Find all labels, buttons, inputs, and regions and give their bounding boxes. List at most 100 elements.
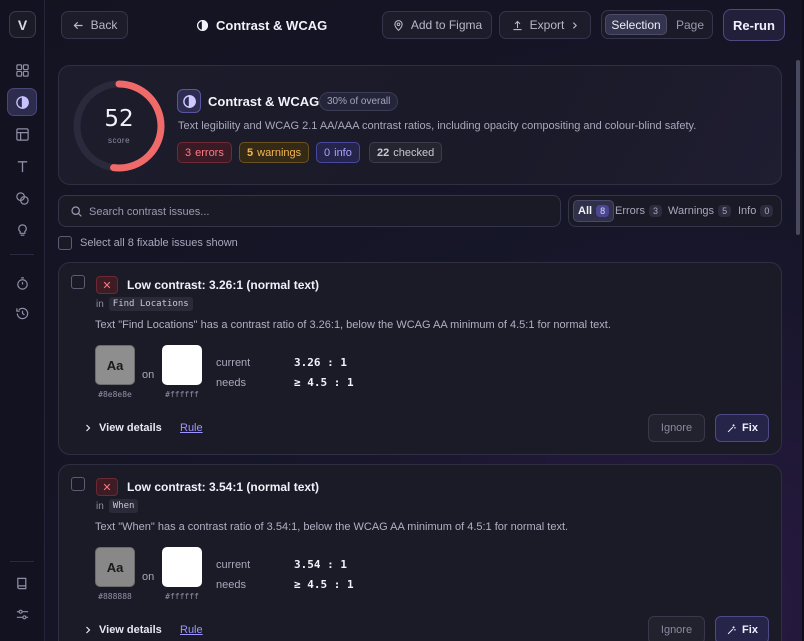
on-label: on — [142, 571, 155, 583]
ignore-button[interactable]: Ignore — [648, 414, 705, 442]
rule-link[interactable]: Rule — [180, 624, 203, 636]
severity-filter-group: All 8 Errors 3 Warnings 5 Info 0 — [568, 195, 782, 227]
select-all-label: Select all 8 fixable issues shown — [80, 237, 238, 249]
chevron-right-icon — [86, 424, 91, 432]
issue-checkbox[interactable] — [71, 275, 85, 289]
issue-checkbox[interactable] — [71, 477, 85, 491]
current-ratio: 3.54 : 1 — [294, 558, 347, 571]
foreground-hex: #8e8e8e — [98, 390, 132, 399]
fix-button[interactable]: Fix — [715, 616, 769, 641]
arrow-left-icon — [73, 21, 83, 29]
error-x-icon: ✕ — [96, 276, 118, 294]
background-swatch — [162, 345, 202, 385]
filter-all-label: All — [578, 205, 593, 217]
scope-page-tab[interactable]: Page — [670, 14, 710, 35]
export-button[interactable]: Export — [499, 11, 591, 39]
search-icon — [71, 206, 82, 217]
filter-warnings[interactable]: Warnings 5 — [664, 200, 735, 222]
search-input[interactable] — [89, 201, 549, 223]
layer-name[interactable]: When — [108, 499, 139, 513]
errors-label: errors — [195, 146, 224, 159]
magic-wand-icon — [727, 423, 736, 432]
issue-card: ✕ Low contrast: 3.54:1 (normal text) in … — [58, 464, 782, 641]
back-button[interactable]: Back — [61, 11, 128, 39]
scrollbar[interactable] — [796, 60, 800, 235]
contrast-icon[interactable] — [7, 88, 37, 116]
checked-count: 22 — [377, 146, 390, 159]
error-x-icon: ✕ — [96, 478, 118, 496]
issue-location: in Find Locations — [96, 297, 193, 311]
warnings-count-badge[interactable]: 5 warnings — [239, 142, 310, 163]
sidebar: V — [0, 0, 45, 641]
checked-count-badge: 22 checked — [369, 142, 443, 163]
issue-card: ✕ Low contrast: 3.26:1 (normal text) in … — [58, 262, 782, 455]
scope-selection-tab[interactable]: Selection — [605, 14, 667, 35]
sidebar-divider — [10, 561, 34, 562]
info-count-badge[interactable]: 0 info — [316, 142, 360, 163]
filter-all-count: 8 — [596, 205, 610, 217]
ignore-button[interactable]: Ignore — [648, 616, 705, 641]
filter-errors[interactable]: Errors 3 — [611, 200, 666, 222]
current-ratio: 3.26 : 1 — [294, 356, 347, 369]
view-details-label: View details — [99, 624, 162, 636]
select-all-checkbox[interactable] — [58, 236, 72, 250]
filter-info[interactable]: Info 0 — [734, 200, 777, 222]
rule-link[interactable]: Rule — [180, 422, 203, 434]
foreground-swatch: Aa — [95, 547, 135, 587]
book-icon[interactable] — [7, 569, 37, 597]
app-window: V Back Contrast & WCAG Add to Figma Expo… — [0, 0, 804, 641]
history-icon[interactable] — [7, 299, 37, 327]
info-count: 0 — [324, 146, 331, 159]
foreground-swatch: Aa — [95, 345, 135, 385]
in-label: in — [96, 500, 104, 512]
fix-label: Fix — [742, 422, 758, 434]
filter-info-count: 0 — [760, 205, 774, 217]
timer-icon[interactable] — [7, 269, 37, 297]
fix-button[interactable]: Fix — [715, 414, 769, 442]
issue-description: Text "When" has a contrast ratio of 3.54… — [95, 521, 569, 533]
errors-count: 3 — [185, 146, 192, 159]
checked-label: checked — [393, 146, 435, 159]
lightbulb-icon[interactable] — [7, 216, 37, 244]
needs-ratio: ≥ 4.5 : 1 — [294, 578, 354, 591]
warnings-label: warnings — [257, 146, 302, 159]
overall-weight-badge: 30% of overall — [319, 92, 399, 111]
type-icon[interactable] — [7, 152, 37, 180]
page-title: Contrast & WCAG — [196, 16, 327, 34]
view-details-toggle[interactable]: View details — [84, 422, 162, 434]
app-logo: V — [9, 11, 36, 38]
view-details-label: View details — [99, 422, 162, 434]
add-to-figma-button[interactable]: Add to Figma — [382, 11, 492, 39]
sliders-icon[interactable] — [7, 600, 37, 628]
palette-icon[interactable] — [7, 184, 37, 212]
current-label: current — [216, 559, 251, 571]
current-label: current — [216, 357, 251, 369]
magic-wand-icon — [727, 625, 736, 634]
sidebar-divider — [10, 254, 34, 255]
upload-icon — [513, 20, 522, 30]
fix-label: Fix — [742, 624, 758, 636]
grid-icon[interactable] — [7, 56, 37, 84]
filter-all[interactable]: All 8 — [573, 200, 615, 222]
chevron-right-icon — [573, 21, 578, 29]
add-to-figma-label: Add to Figma — [410, 18, 483, 32]
filter-info-label: Info — [738, 205, 757, 217]
info-label: info — [334, 146, 352, 159]
filter-warnings-count: 5 — [718, 205, 732, 217]
layer-name[interactable]: Find Locations — [108, 297, 193, 311]
needs-label: needs — [216, 377, 246, 389]
on-label: on — [142, 369, 155, 381]
score-label: score — [107, 136, 131, 145]
foreground-hex: #888888 — [98, 592, 132, 601]
rerun-button[interactable]: Re-run — [723, 9, 785, 41]
errors-count-badge[interactable]: 3 errors — [177, 142, 232, 163]
needs-label: needs — [216, 579, 246, 591]
back-label: Back — [90, 18, 118, 32]
filter-errors-count: 3 — [648, 205, 662, 217]
issue-description: Text "Find Locations" has a contrast rat… — [95, 319, 611, 331]
page-title-text: Contrast & WCAG — [216, 17, 328, 33]
issue-title: Low contrast: 3.54:1 (normal text) — [127, 480, 320, 494]
layout-icon[interactable] — [7, 120, 37, 148]
issue-title: Low contrast: 3.26:1 (normal text) — [127, 278, 320, 292]
view-details-toggle[interactable]: View details — [84, 624, 162, 636]
